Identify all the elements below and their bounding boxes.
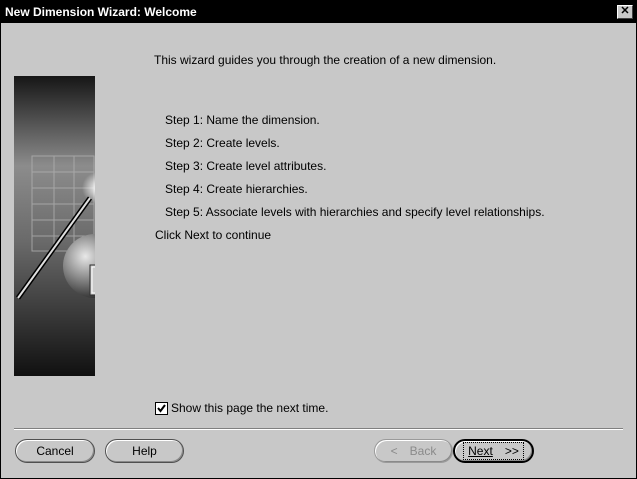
- cancel-button[interactable]: Cancel: [15, 439, 95, 463]
- wizard-illustration: [14, 76, 95, 376]
- continue-text: Click Next to continue: [155, 228, 272, 242]
- list-item: Step 1: Name the dimension.: [165, 113, 320, 127]
- list-item: Step 4: Create hierarchies.: [165, 182, 308, 196]
- help-button-label: Help: [132, 444, 157, 458]
- back-button-label: Back: [409, 444, 437, 458]
- next-button-label: Next: [468, 444, 493, 458]
- window-title: New Dimension Wizard: Welcome: [5, 5, 197, 19]
- chevron-left-icon: <: [390, 444, 398, 458]
- back-button[interactable]: < Back: [374, 439, 453, 463]
- checkmark-icon: [157, 403, 166, 413]
- chevron-right-icon: >>: [504, 444, 519, 458]
- next-button[interactable]: Next >>: [453, 439, 534, 463]
- cancel-button-label: Cancel: [36, 444, 74, 458]
- intro-text: This wizard guides you through the creat…: [154, 53, 497, 67]
- help-button[interactable]: Help: [105, 439, 184, 463]
- title-bar: New Dimension Wizard: Welcome ✕: [1, 1, 636, 23]
- wizard-window: New Dimension Wizard: Welcome ✕ This wiz…: [0, 0, 637, 479]
- close-icon: ✕: [620, 5, 630, 17]
- show-next-time-label: Show this page the next time.: [171, 401, 329, 415]
- show-next-time-row[interactable]: Show this page the next time.: [155, 401, 328, 415]
- button-separator: [14, 428, 623, 430]
- list-item: Step 2: Create levels.: [165, 136, 280, 150]
- steps-list: Step 1: Name the dimension. Step 2: Crea…: [165, 113, 545, 228]
- list-item: Step 3: Create level attributes.: [165, 159, 327, 173]
- list-item: Step 5: Associate levels with hierarchie…: [165, 205, 545, 219]
- show-next-time-checkbox[interactable]: [155, 401, 168, 415]
- close-button[interactable]: ✕: [617, 5, 633, 19]
